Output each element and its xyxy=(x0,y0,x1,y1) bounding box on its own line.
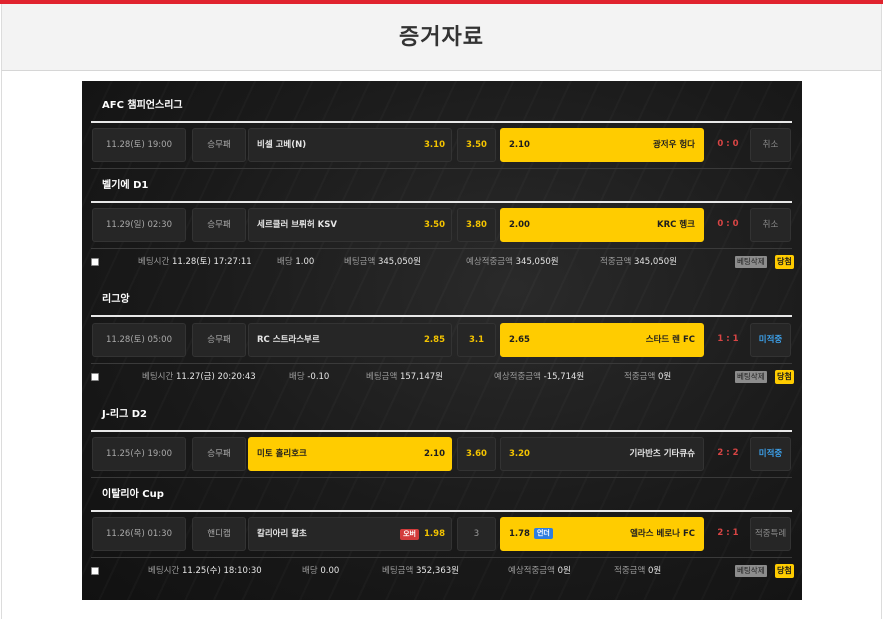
bet-type: 승무패 xyxy=(192,128,246,162)
match-date: 11.25(수) 19:00 xyxy=(92,437,186,471)
away-team-cell-selected[interactable]: 1.78 언더 엘라스 베로나 FC xyxy=(500,517,704,551)
away-team-name: 스타드 렌 FC xyxy=(645,335,695,345)
league-header: J-리그 D2 xyxy=(82,400,802,432)
away-team-name: KRC 헹크 xyxy=(657,220,695,230)
home-team-cell[interactable]: 비셀 고베(N) 3.10 xyxy=(248,128,452,162)
league-header: 이탈리아 Cup xyxy=(82,480,802,512)
result-badge: 당첨 xyxy=(775,564,794,578)
bet-select-checkbox[interactable] xyxy=(91,373,99,381)
bet-expected: 예상적중금액 345,050원 xyxy=(466,257,559,267)
over-tag: 오버 xyxy=(400,529,419,540)
home-odd: 2.10 xyxy=(424,449,445,459)
away-odd: 2.00 xyxy=(509,220,530,230)
bet-time: 베팅시간 11.25(수) 18:10:30 xyxy=(148,566,262,576)
league-header: 벨기에 D1 xyxy=(82,171,802,203)
home-team-name: 세르클러 브뤼허 KSV xyxy=(257,220,337,230)
bet-expected: 예상적중금액 -15,714원 xyxy=(494,372,585,382)
draw-odd[interactable]: 3.60 xyxy=(457,437,496,471)
home-team-cell-selected[interactable]: 미토 홀리호크 2.10 xyxy=(248,437,452,471)
home-odd: 2.85 xyxy=(424,335,445,345)
home-team-cell[interactable]: 세르클러 브뤼허 KSV 3.50 xyxy=(248,208,452,242)
match-score: 1 : 1 xyxy=(717,334,739,344)
bet-history-panel: AFC 챔피언스리그 11.28(토) 19:00 승무패 비셀 고베(N) 3… xyxy=(82,81,802,600)
bet-type: 승무패 xyxy=(192,208,246,242)
bet-summary-row: 베팅시간 11.27(금) 20:20:43 배당 -0.10 베팅금액 157… xyxy=(82,362,802,392)
match-row: 11.29(일) 02:30 승무패 세르클러 브뤼허 KSV 3.50 3.8… xyxy=(82,204,802,249)
home-odd: 3.10 xyxy=(424,140,445,150)
match-score: 2 : 2 xyxy=(717,448,739,458)
home-odd: 1.98 xyxy=(424,529,445,539)
match-row: 11.28(토) 19:00 승무패 비셀 고베(N) 3.10 3.50 2.… xyxy=(82,124,802,169)
away-odd: 2.65 xyxy=(509,335,530,345)
home-team-name: 비셀 고베(N) xyxy=(257,140,307,150)
league-header: AFC 챔피언스리그 xyxy=(82,91,802,123)
bet-odds: 배당 1.00 xyxy=(277,257,315,267)
away-odd: 1.78 xyxy=(509,529,530,539)
bet-time: 베팅시간 11.27(금) 20:20:43 xyxy=(142,372,256,382)
match-status: 미적중 xyxy=(750,323,791,357)
bet-amount: 베팅금액 352,363원 xyxy=(382,566,459,576)
away-team-cell-selected[interactable]: 2.65 스타드 렌 FC xyxy=(500,323,704,357)
bet-expected: 예상적중금액 0원 xyxy=(508,566,571,576)
bet-win-amount: 적중금액 0원 xyxy=(624,372,672,382)
match-status: 적중특례 xyxy=(750,517,791,551)
match-score: 2 : 1 xyxy=(717,528,739,538)
page-header: 증거자료 xyxy=(1,4,882,71)
away-team-name: 엘라스 베로나 FC xyxy=(630,529,695,539)
bet-select-checkbox[interactable] xyxy=(91,258,99,266)
home-team-name: RC 스트라스부르 xyxy=(257,335,320,345)
match-date: 11.28(토) 19:00 xyxy=(92,128,186,162)
delete-bet-button[interactable]: 베팅삭제 xyxy=(735,256,767,268)
bet-type: 승무패 xyxy=(192,437,246,471)
match-row: 11.28(토) 05:00 승무패 RC 스트라스부르 2.85 3.1 2.… xyxy=(82,319,802,364)
bet-select-checkbox[interactable] xyxy=(91,567,99,575)
home-team-name: 칼리아리 칼초 xyxy=(257,529,307,539)
match-status: 미적중 xyxy=(750,437,791,471)
delete-bet-button[interactable]: 베팅삭제 xyxy=(735,371,767,383)
handicap-line: 3 xyxy=(457,517,496,551)
match-date: 11.28(토) 05:00 xyxy=(92,323,186,357)
result-badge: 당첨 xyxy=(775,370,794,384)
away-odd: 2.10 xyxy=(509,140,530,150)
draw-odd[interactable]: 3.50 xyxy=(457,128,496,162)
delete-bet-button[interactable]: 베팅삭제 xyxy=(735,565,767,577)
home-team-name: 미토 홀리호크 xyxy=(257,449,307,459)
match-score: 0 : 0 xyxy=(717,219,739,229)
match-status: 취소 xyxy=(750,208,791,242)
draw-odd[interactable]: 3.80 xyxy=(457,208,496,242)
bet-summary-row: 베팅시간 11.25(수) 18:10:30 배당 0.00 베팅금액 352,… xyxy=(82,556,802,586)
home-team-cell[interactable]: 칼리아리 칼초 오버 1.98 xyxy=(248,517,452,551)
away-team-cell[interactable]: 3.20 기라반츠 기타큐슈 xyxy=(500,437,704,471)
bet-win-amount: 적중금액 345,050원 xyxy=(600,257,677,267)
away-odd: 3.20 xyxy=(509,449,530,459)
bet-type: 승무패 xyxy=(192,323,246,357)
match-row: 11.26(목) 01:30 핸디캡 칼리아리 칼초 오버 1.98 3 1.7… xyxy=(82,513,802,558)
away-team-cell-selected[interactable]: 2.10 광저우 헝다 xyxy=(500,128,704,162)
bet-type: 핸디캡 xyxy=(192,517,246,551)
page-title: 증거자료 xyxy=(399,25,484,50)
draw-odd[interactable]: 3.1 xyxy=(457,323,496,357)
under-tag: 언더 xyxy=(533,528,553,539)
bet-time: 베팅시간 11.28(토) 17:27:11 xyxy=(138,257,252,267)
bet-amount: 베팅금액 157,147원 xyxy=(366,372,443,382)
away-team-name: 기라반츠 기타큐슈 xyxy=(629,449,695,459)
result-badge: 당첨 xyxy=(775,255,794,269)
home-odd: 3.50 xyxy=(424,220,445,230)
home-team-cell[interactable]: RC 스트라스부르 2.85 xyxy=(248,323,452,357)
bet-summary-row: 베팅시간 11.28(토) 17:27:11 배당 1.00 베팅금액 345,… xyxy=(82,247,802,277)
match-status: 취소 xyxy=(750,128,791,162)
bet-amount: 베팅금액 345,050원 xyxy=(344,257,421,267)
away-team-cell-selected[interactable]: 2.00 KRC 헹크 xyxy=(500,208,704,242)
match-date: 11.29(일) 02:30 xyxy=(92,208,186,242)
match-score: 0 : 0 xyxy=(717,139,739,149)
bet-odds: 배당 -0.10 xyxy=(289,372,330,382)
away-team-name: 광저우 헝다 xyxy=(652,140,695,150)
bet-win-amount: 적중금액 0원 xyxy=(614,566,662,576)
match-row: 11.25(수) 19:00 승무패 미토 홀리호크 2.10 3.60 3.2… xyxy=(82,433,802,478)
league-header: 리그앙 xyxy=(82,285,802,317)
match-date: 11.26(목) 01:30 xyxy=(92,517,186,551)
bet-odds: 배당 0.00 xyxy=(302,566,340,576)
